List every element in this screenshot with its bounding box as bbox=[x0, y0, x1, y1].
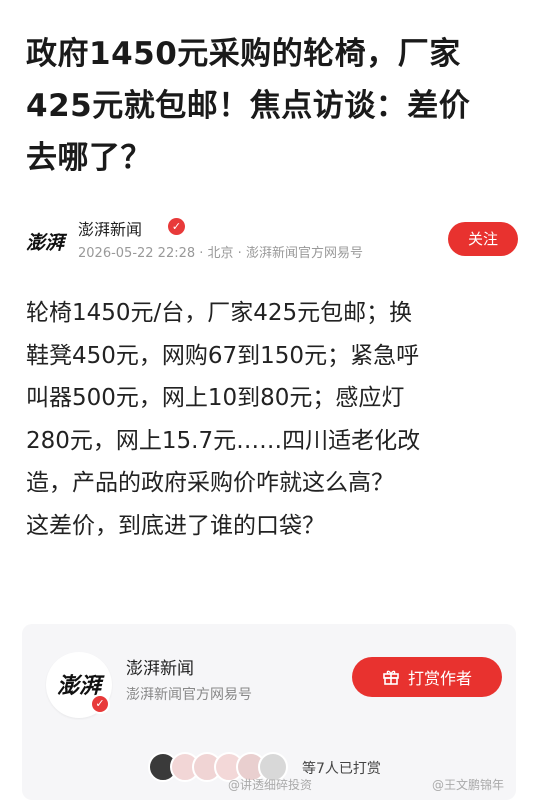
body-line: 280元，网上15.7元……四川适老化改 bbox=[26, 427, 421, 454]
body-line: 轮椅1450元/台，厂家425元包邮；换 bbox=[26, 300, 413, 326]
publisher-logo-text: 澎湃 bbox=[26, 232, 68, 254]
author-row: 澎湃 澎湃新闻 ✓ 2026-05-22 22:28 · 北京 · 澎湃新闻官方… bbox=[22, 214, 518, 266]
verified-badge-icon: ✓ bbox=[90, 694, 110, 714]
author-name[interactable]: 澎湃新闻 bbox=[78, 216, 142, 240]
card-publisher-subtitle: 澎湃新闻官方网易号 bbox=[126, 687, 252, 703]
publisher-logo-mark: 澎湃 bbox=[26, 232, 68, 254]
tip-author-button[interactable]: 打赏作者 bbox=[352, 657, 502, 697]
follow-button[interactable]: 关注 bbox=[448, 222, 518, 256]
body-line: 造，产品的政府采购价咋就这么高？ bbox=[26, 470, 394, 496]
body-line: 叫器500元，网上10到80元；感应灯 bbox=[26, 385, 405, 411]
author-tip-card: 澎湃 ✓ 澎湃新闻 澎湃新闻官方网易号 打赏作者 等7人已打赏 bbox=[22, 624, 516, 800]
article-meta: 2026-05-22 22:28 · 北京 · 澎湃新闻官方网易号 bbox=[78, 246, 363, 261]
watermark-left: @讲透细碎投资 bbox=[228, 778, 313, 792]
watermark-right: @王文鹏锦年 bbox=[432, 778, 505, 792]
headline-line: 425元就包邮！焦点访谈：差价 bbox=[26, 88, 471, 124]
headline-line: 去哪了？ bbox=[26, 140, 152, 176]
article-headline: 政府1450元采购的轮椅，厂家 425元就包邮！焦点访谈：差价 去哪了？ bbox=[26, 28, 506, 184]
headline-line: 政府1450元采购的轮椅，厂家 bbox=[26, 36, 461, 72]
publisher-logo[interactable]: 澎湃 bbox=[22, 218, 68, 264]
article-page: 政府1450元采购的轮椅，厂家 425元就包邮！焦点访谈：差价 去哪了？ 澎湃 … bbox=[0, 0, 538, 800]
verified-badge-icon: ✓ bbox=[168, 218, 185, 235]
article-body: 轮椅1450元/台，厂家425元包邮；换 鞋凳450元，网购67到150元；紧急… bbox=[26, 292, 516, 547]
card-publisher-name[interactable]: 澎湃新闻 bbox=[126, 654, 194, 679]
body-line: 这差价，到底进了谁的口袋？ bbox=[26, 512, 325, 539]
gift-icon bbox=[383, 670, 399, 685]
body-line: 鞋凳450元，网购67到150元；紧急呼 bbox=[26, 342, 420, 369]
tip-button-label: 打赏作者 bbox=[407, 669, 472, 688]
supporters-count: 等7人已打赏 bbox=[302, 761, 381, 777]
